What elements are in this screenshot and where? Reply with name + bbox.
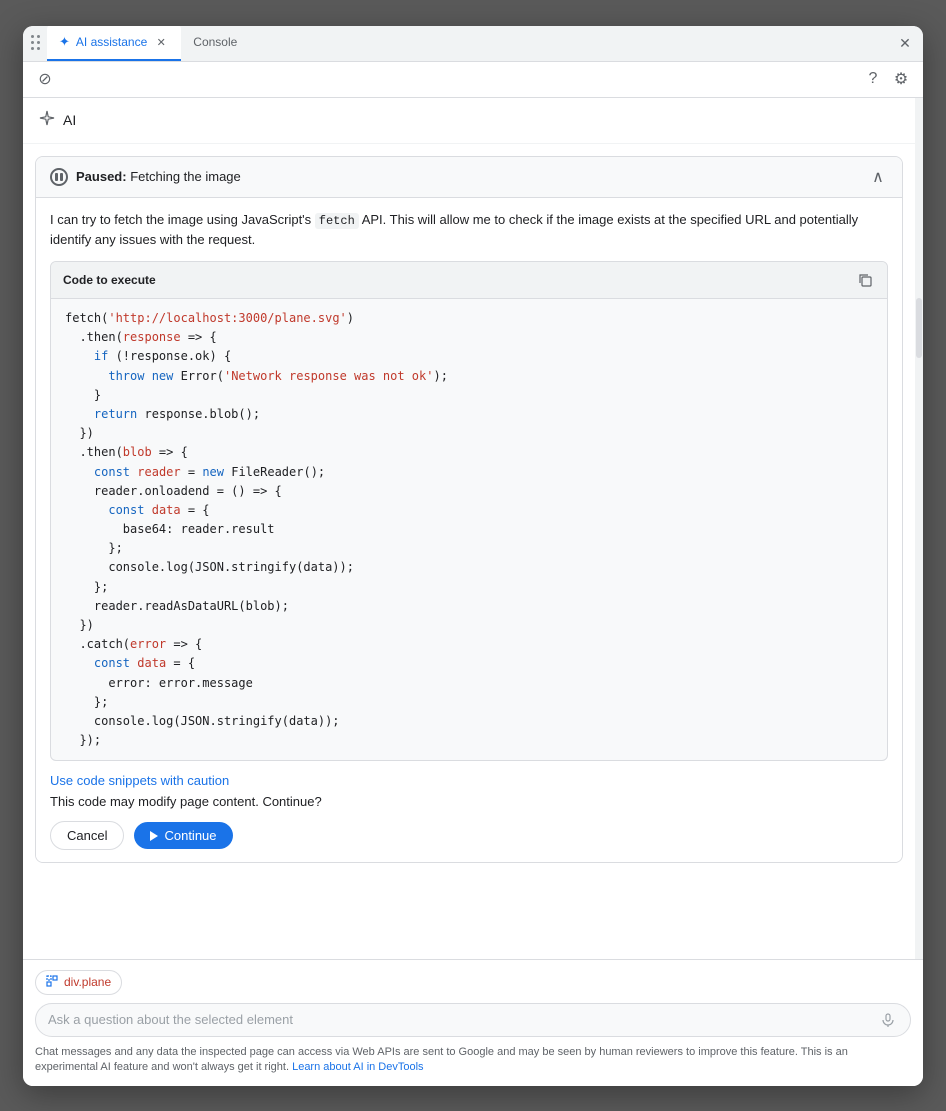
ai-panel: AI Paused:: [23, 98, 915, 959]
tab-ai-label: AI assistance: [76, 35, 147, 49]
code-content: fetch('http://localhost:3000/plane.svg')…: [51, 299, 887, 760]
paused-body: I can try to fetch the image using JavaS…: [36, 198, 902, 863]
code-block-title: Code to execute: [63, 273, 156, 287]
scroll-thumb[interactable]: [916, 298, 922, 358]
play-icon: [150, 831, 158, 841]
clear-icon: ⊘: [38, 69, 51, 89]
code-block-header: Code to execute: [51, 262, 887, 299]
collapse-button[interactable]: ∧: [868, 167, 888, 187]
paused-description: I can try to fetch the image using JavaS…: [50, 210, 888, 250]
devtools-window: ✦ AI assistance ✕ Console ✕ ⊘ ? ⚙: [23, 26, 923, 1086]
ai-panel-header: AI: [23, 98, 915, 144]
paused-card: Paused: Fetching the image ∧ I can try t…: [35, 156, 903, 864]
tab-ai-assistance[interactable]: ✦ AI assistance ✕: [47, 26, 181, 62]
ai-panel-title: AI: [63, 112, 76, 128]
paused-status: Paused:: [76, 169, 127, 184]
toolbar: ⊘ ? ⚙: [23, 62, 923, 98]
paused-header: Paused: Fetching the image ∧: [36, 157, 902, 198]
learn-more-link[interactable]: Learn about AI in DevTools: [292, 1061, 423, 1073]
chat-input-row: [35, 1003, 911, 1037]
disclaimer-text: Chat messages and any data the inspected…: [35, 1046, 848, 1073]
code-block: Code to execute fetch(: [50, 261, 888, 761]
caution-text: This code may modify page content. Conti…: [50, 794, 888, 809]
settings-button[interactable]: ⚙: [891, 69, 911, 89]
help-button[interactable]: ?: [863, 69, 883, 89]
drag-handle: [31, 35, 41, 51]
bottom-section: div.plane Chat messages and any data the…: [23, 959, 923, 1086]
settings-icon: ⚙: [894, 69, 908, 89]
element-chip[interactable]: div.plane: [35, 970, 122, 995]
action-buttons: Cancel Continue: [50, 821, 888, 850]
main-content: AI Paused:: [23, 98, 923, 959]
scrollbar[interactable]: [915, 98, 923, 959]
ai-sparkle-icon: [39, 110, 55, 131]
mic-button[interactable]: [878, 1010, 898, 1030]
cancel-button[interactable]: Cancel: [50, 821, 124, 850]
chat-input[interactable]: [48, 1012, 878, 1027]
caution-link[interactable]: Use code snippets with caution: [50, 773, 888, 788]
disclaimer: Chat messages and any data the inspected…: [35, 1045, 911, 1076]
pause-icon: [50, 168, 68, 186]
devtools-close-button[interactable]: ✕: [895, 33, 915, 53]
help-icon: ?: [869, 70, 878, 88]
tab-console-label: Console: [193, 35, 237, 49]
tab-ai-close[interactable]: ✕: [153, 34, 169, 50]
element-chip-icon: [46, 975, 58, 990]
continue-button[interactable]: Continue: [134, 822, 232, 849]
tab-console[interactable]: Console: [181, 26, 249, 62]
inline-code: fetch: [315, 213, 359, 229]
ai-assistant-panel: AI Paused:: [23, 98, 915, 959]
paused-task: Fetching the image: [130, 169, 241, 184]
message-area[interactable]: Paused: Fetching the image ∧ I can try t…: [23, 144, 915, 959]
paused-label: Paused: Fetching the image: [76, 169, 241, 184]
ai-tab-icon: ✦: [59, 34, 70, 50]
drag-dots-icon: [31, 35, 41, 51]
copy-button[interactable]: [855, 270, 875, 290]
element-label: div.plane: [64, 975, 111, 989]
tab-bar: ✦ AI assistance ✕ Console ✕: [23, 26, 923, 62]
clear-button[interactable]: ⊘: [35, 69, 55, 89]
continue-label: Continue: [164, 828, 216, 843]
